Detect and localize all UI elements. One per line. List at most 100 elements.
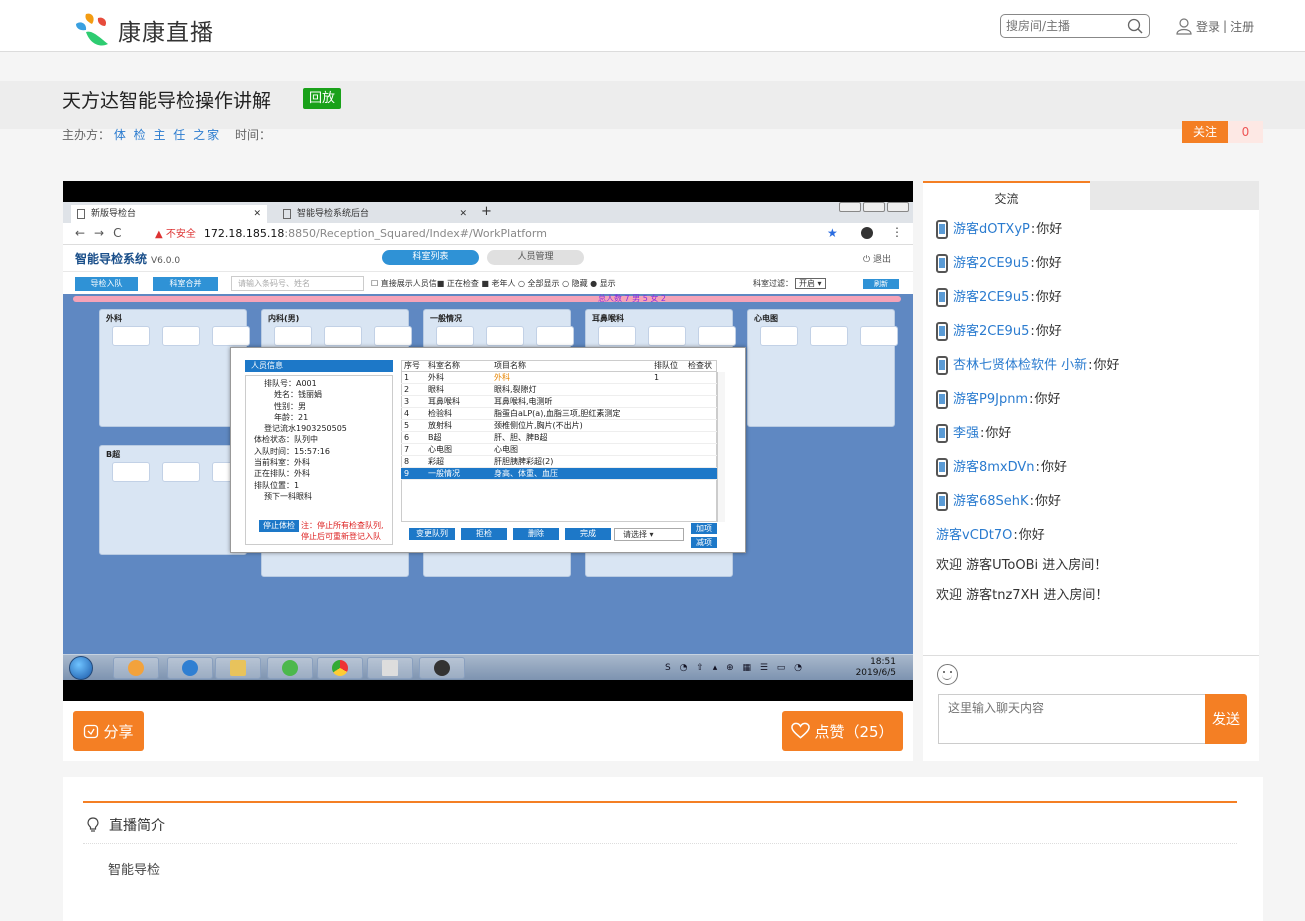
chat-text: 你好 [1093,358,1120,373]
intro-divider [83,801,1237,803]
host-link[interactable]: 体 检 主 任 之家 [114,128,221,142]
chat-username[interactable]: 游客vCDt7O [936,525,1012,547]
chat-username[interactable]: 游客2CE9u5 [953,287,1029,309]
taskbar-item [267,657,313,679]
mobile-phone-icon [936,424,948,443]
chat-username[interactable]: 李强 [953,423,979,445]
exam-row: 6 B超 肝、胆、脾B超 [401,431,717,444]
time-label: 时间： [234,128,271,142]
video-player[interactable]: 新版导检台 ✕ 智能导检系统后台 ✕ + ←→C ▲ 不安全 172.18.185.1… [63,181,913,701]
chat-colon: : [980,426,985,441]
chat-colon: : [1029,392,1034,407]
video-actions: 分享 点赞（25） [63,701,913,761]
host-line: 主办方： 体 检 主 任 之家 时间： [62,126,271,143]
app-logout: ⏻ 退出 [863,255,891,265]
chat-username[interactable]: 游客8mxDVn [953,457,1035,479]
chat-input[interactable] [938,694,1205,744]
follow-count: 0 [1228,121,1263,143]
exam-row: 9 一般情况 身高、体重、血压 [401,467,717,480]
taskbar-item [215,657,261,679]
dept-card: 耳鼻喉科 [585,309,736,349]
like-button[interactable]: 点赞（25） [782,711,903,751]
dept-card: 心电图 [747,309,898,427]
chat-message: 游客P9Jpnm: 你好 [936,389,1256,423]
windows-taskbar: S ◔ ⇧ ▴ ⊕ ▦ ☰ ▭ ◔ 18:51 2019/6/5 [63,654,913,680]
chat-username[interactable]: 游客dOTXyP [953,219,1030,241]
dept-card: 外科 [99,309,250,427]
login-link[interactable]: 登录 [1196,18,1220,35]
summary-bar [73,296,901,302]
exam-row: 4 检验科 脂蛋白aLP(a),血脂三项,胆红素测定 [401,407,717,420]
video-frame: 新版导检台 ✕ 智能导检系统后台 ✕ + ←→C ▲ 不安全 172.18.185.1… [63,202,913,680]
emoji-icon[interactable] [937,664,958,685]
system-message: 欢迎 游客tnz7XH 进入房间！ [936,588,1109,603]
follow-button[interactable]: 关注 [1182,121,1228,143]
browser-nav-icons: ←→C [75,226,131,240]
chat-panel: 交流 游客dOTXyP: 你好 游客2CE9u5: 你好 游客2CE9u5: 你好 游客2C… [923,181,1259,761]
chat-username[interactable]: 杏林七贤体检软件 小新 [953,355,1087,377]
chat-username[interactable]: 游客68SehK [953,491,1029,513]
exam-table: 序号 科室名称 项目名称 排队位 检查状 1 外科 外科 1 2 眼科 眼科,裂隙灯 3 耳鼻喉… [401,360,717,480]
top-navbar: 康康直播 登录 | 注册 [0,0,1305,52]
chat-colon: : [1035,460,1040,475]
intro-body: 智能导检 [108,863,161,878]
exam-row: 2 眼科 眼科,裂隙灯 [401,383,717,396]
status-badge: 回放 [303,88,342,109]
patient-dialog: 人员信息 排队号：A001 姓名：钱丽娟 性别：男 年龄：21 登记流水1903… [230,347,746,553]
chat-colon: : [1088,358,1093,373]
chat-username[interactable]: 游客P9Jpnm [953,389,1028,411]
mobile-phone-icon [936,458,948,477]
chat-message: 游客2CE9u5: 你好 [936,287,1256,321]
chat-text: 你好 [1034,392,1061,407]
share-icon [84,724,99,739]
taskbar-item [367,657,413,679]
lightbulb-icon [87,817,99,832]
app-toolbar: 导检入队 科室合并 请输入条码号、姓名 ☐ 直接展示人员信■ 正在检查 ■ 老年… [63,272,913,294]
site-logo[interactable]: 康康直播 [72,10,214,50]
system-message: 欢迎 游客UToOBi 进入房间！ [936,558,1108,573]
app-tab: 人员管理 [487,250,584,265]
mobile-phone-icon [936,288,948,307]
add-item-button: 加项 [691,523,717,534]
taskbar-item [419,657,465,679]
live-intro: 直播简介 智能导检 [63,777,1263,921]
browser-tab: 智能导检系统后台 ✕ [277,205,473,223]
mobile-phone-icon [936,254,948,273]
app-tab: 科室列表 [382,250,479,265]
chat-colon: : [1029,494,1034,509]
mobile-phone-icon [936,220,948,239]
browser-tabbar: 新版导检台 ✕ 智能导检系统后台 ✕ + [63,202,913,223]
page-title: 天方达智能导检操作讲解 [62,90,272,112]
app-search: 请输入条码号、姓名 [231,276,364,291]
user-icon [1176,18,1192,35]
room-search [1000,14,1150,38]
user-links: 登录 | 注册 [1175,17,1254,35]
taskbar-item [317,657,363,679]
star-icon: ★ [827,226,838,240]
browser-address-bar: ←→C ▲ 不安全 172.18.185.18:8850/Reception_Sq… [63,223,913,245]
mobile-phone-icon [936,390,948,409]
video-panel: 新版导检台 ✕ 智能导检系统后台 ✕ + ←→C ▲ 不安全 172.18.185.1… [63,181,913,761]
chat-message: 游客68SehK: 你好 [936,491,1256,525]
chat-username[interactable]: 游客2CE9u5 [953,321,1029,343]
search-icon[interactable] [1127,18,1143,34]
send-button[interactable]: 发送 [1205,694,1247,744]
browser-tab: 新版导检台 ✕ [71,205,267,223]
menu-icon: ⋮ [891,225,903,239]
brand-name: 康康直播 [118,20,214,46]
chat-text: 你好 [1035,256,1062,271]
taskbar-clock: 18:51 2019/6/5 [855,657,896,678]
chat-text: 你好 [1040,460,1067,475]
chat-colon: : [1030,324,1035,339]
tab-chat[interactable]: 交流 [923,181,1090,210]
chat-username[interactable]: 游客2CE9u5 [953,253,1029,275]
register-link[interactable]: 注册 [1230,18,1254,35]
dialog-select: 请选择 ▾ [614,528,684,541]
plus-icon: + [481,204,492,219]
app-button: 科室合并 [153,277,218,291]
chat-text: 你好 [1035,324,1062,339]
share-button[interactable]: 分享 [73,711,144,751]
chat-text: 你好 [1035,290,1062,305]
search-input[interactable] [1001,15,1121,37]
dialog-actions: 变更队列 拒检 删除 完成 [409,528,611,540]
